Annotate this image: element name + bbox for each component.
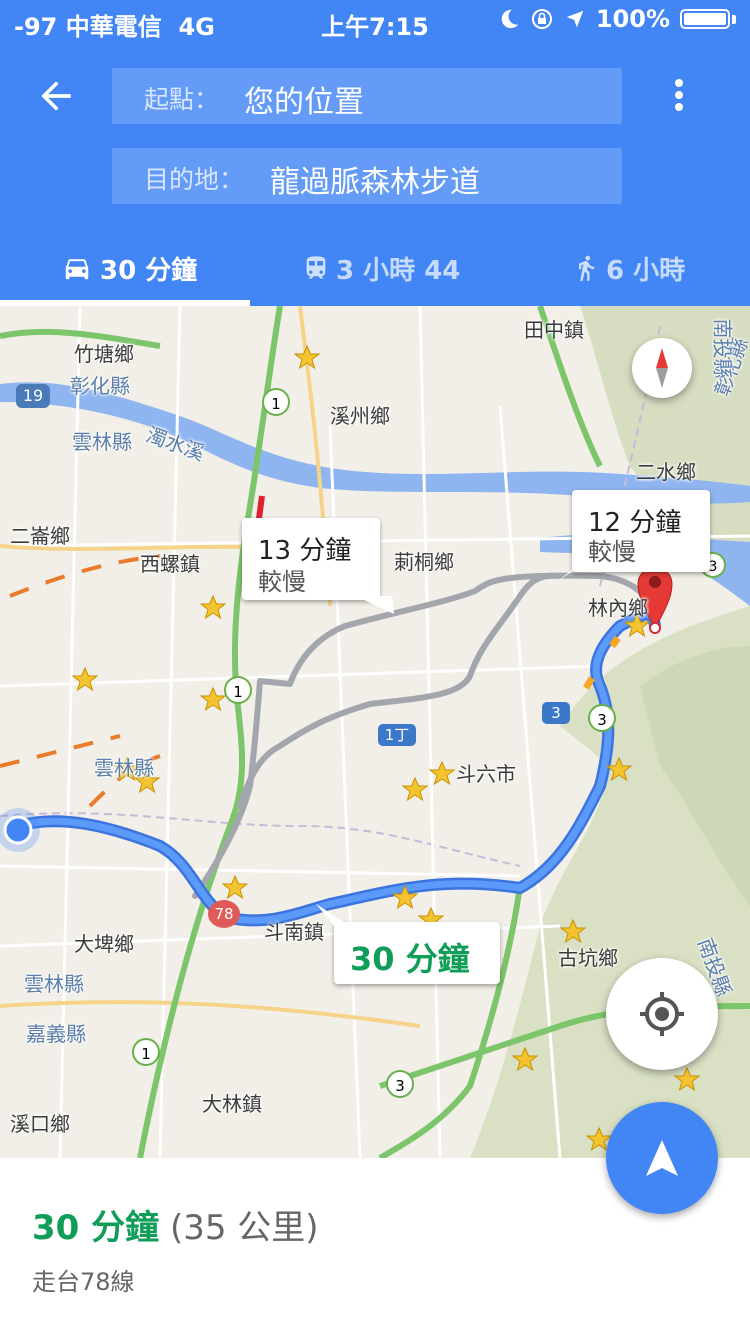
compass-button[interactable] (632, 338, 692, 398)
place-label: 西螺鎮 (140, 552, 200, 576)
train-icon (306, 256, 326, 279)
place-label: 溪口鄉 (10, 1112, 70, 1136)
location-arrow-icon (566, 10, 584, 28)
tab-transit[interactable]: 3 小時 44 (302, 236, 460, 300)
callout-pointer (316, 904, 344, 928)
main-route-callout[interactable]: 30 分鐘 (334, 922, 500, 984)
destination-label: 目的地： (144, 165, 245, 194)
place-label: 雲林縣 (72, 430, 132, 454)
tab-walking[interactable]: 6 小時 (572, 236, 685, 300)
callout-pointer (554, 562, 582, 584)
place-label: 雲林縣 (24, 972, 84, 996)
origin-label: 起點： (144, 85, 220, 114)
status-bar: -97 中華電信 4G 上午7:15 100% (0, 0, 750, 42)
alt-route-callout-2[interactable]: 12 分鐘 較慢 (572, 490, 710, 572)
route-shield-19: 19 (16, 384, 50, 408)
my-location-button[interactable] (606, 958, 718, 1070)
more-options-icon[interactable] (664, 76, 694, 116)
place-label: 斗六市 (456, 762, 516, 786)
place-label: 南投縣 (710, 318, 735, 379)
battery-icon (680, 9, 730, 29)
route-shield-3-b: 3 (588, 704, 616, 732)
place-label: 溪州鄉 (330, 404, 390, 428)
tab-driving[interactable]: 30 分鐘 (60, 236, 197, 300)
duration-value: 30 分鐘 (32, 1208, 160, 1248)
place-label: 大林鎮 (202, 1092, 262, 1116)
compass-icon (656, 348, 668, 388)
route-duration: 30 分鐘 (35 公里) (32, 1200, 319, 1249)
place-label: 竹塘鄉 (74, 342, 134, 366)
route-map[interactable]: 19 1 1 1 1丁 3 3 78 3 3 竹塘鄉 彰化縣 雲林縣 濁水溪 溪… (0, 306, 750, 1158)
current-location-dot (3, 815, 33, 845)
place-label: 嘉義縣 (26, 1022, 86, 1046)
walk-icon (579, 255, 595, 281)
callout-note: 較慢 (588, 538, 636, 566)
place-label: 斗南鎮 (264, 920, 324, 944)
status-icons: 100% (498, 5, 736, 33)
tab-transit-label: 3 小時 44 (336, 255, 461, 286)
callout-note: 較慢 (258, 568, 306, 596)
route-shield-1ding: 1丁 (378, 724, 416, 746)
destination-field[interactable]: 目的地： 龍過脈森林步道 (112, 148, 622, 204)
start-navigation-button[interactable] (606, 1102, 718, 1214)
route-shield-3-c: 3 (386, 1070, 414, 1098)
route-shield-78: 78 (208, 900, 240, 928)
route-shield-3-a: 3 (542, 702, 570, 724)
rotation-lock-icon (531, 9, 552, 29)
origin-value: 您的位置 (244, 85, 364, 120)
place-label: 二水鄉 (636, 460, 696, 484)
route-via: 走台78線 (32, 1268, 135, 1296)
route-shield-1-mid: 1 (224, 676, 252, 704)
back-arrow-icon[interactable] (34, 74, 78, 118)
directions-header: -97 中華電信 4G 上午7:15 100% 起點： 您的位置 目的地： 龍過… (0, 0, 750, 306)
route-shield-1-north: 1 (262, 388, 290, 416)
tab-walking-label: 6 小時 (606, 255, 686, 286)
place-label: 彰化縣 (70, 374, 130, 398)
origin-field[interactable]: 起點： 您的位置 (112, 68, 622, 124)
distance-value: (35 公里) (169, 1208, 319, 1248)
callout-time: 30 分鐘 (350, 940, 470, 978)
car-icon (65, 259, 89, 280)
place-label: 莿桐鄉 (394, 550, 454, 574)
place-label: 林內鄉 (588, 596, 648, 620)
callout-pointer (356, 596, 394, 614)
tab-driving-label: 30 分鐘 (100, 255, 198, 286)
place-label: 雲林縣 (94, 756, 154, 780)
destination-value: 龍過脈森林步道 (270, 165, 480, 200)
battery-percent: 100% (595, 5, 670, 33)
gps-target-icon (640, 992, 684, 1036)
place-label: 二崙鄉 (10, 524, 70, 548)
travel-mode-tabs: 30 分鐘 3 小時 44 6 小時 (0, 236, 750, 306)
alt-route-callout-1[interactable]: 13 分鐘 較慢 (242, 518, 380, 600)
navigation-arrow-icon (646, 1140, 678, 1176)
moon-icon (501, 9, 519, 29)
place-label: 大埤鄉 (74, 932, 134, 956)
place-label: 田中鎮 (524, 318, 584, 342)
route-shield-1-south: 1 (132, 1038, 160, 1066)
